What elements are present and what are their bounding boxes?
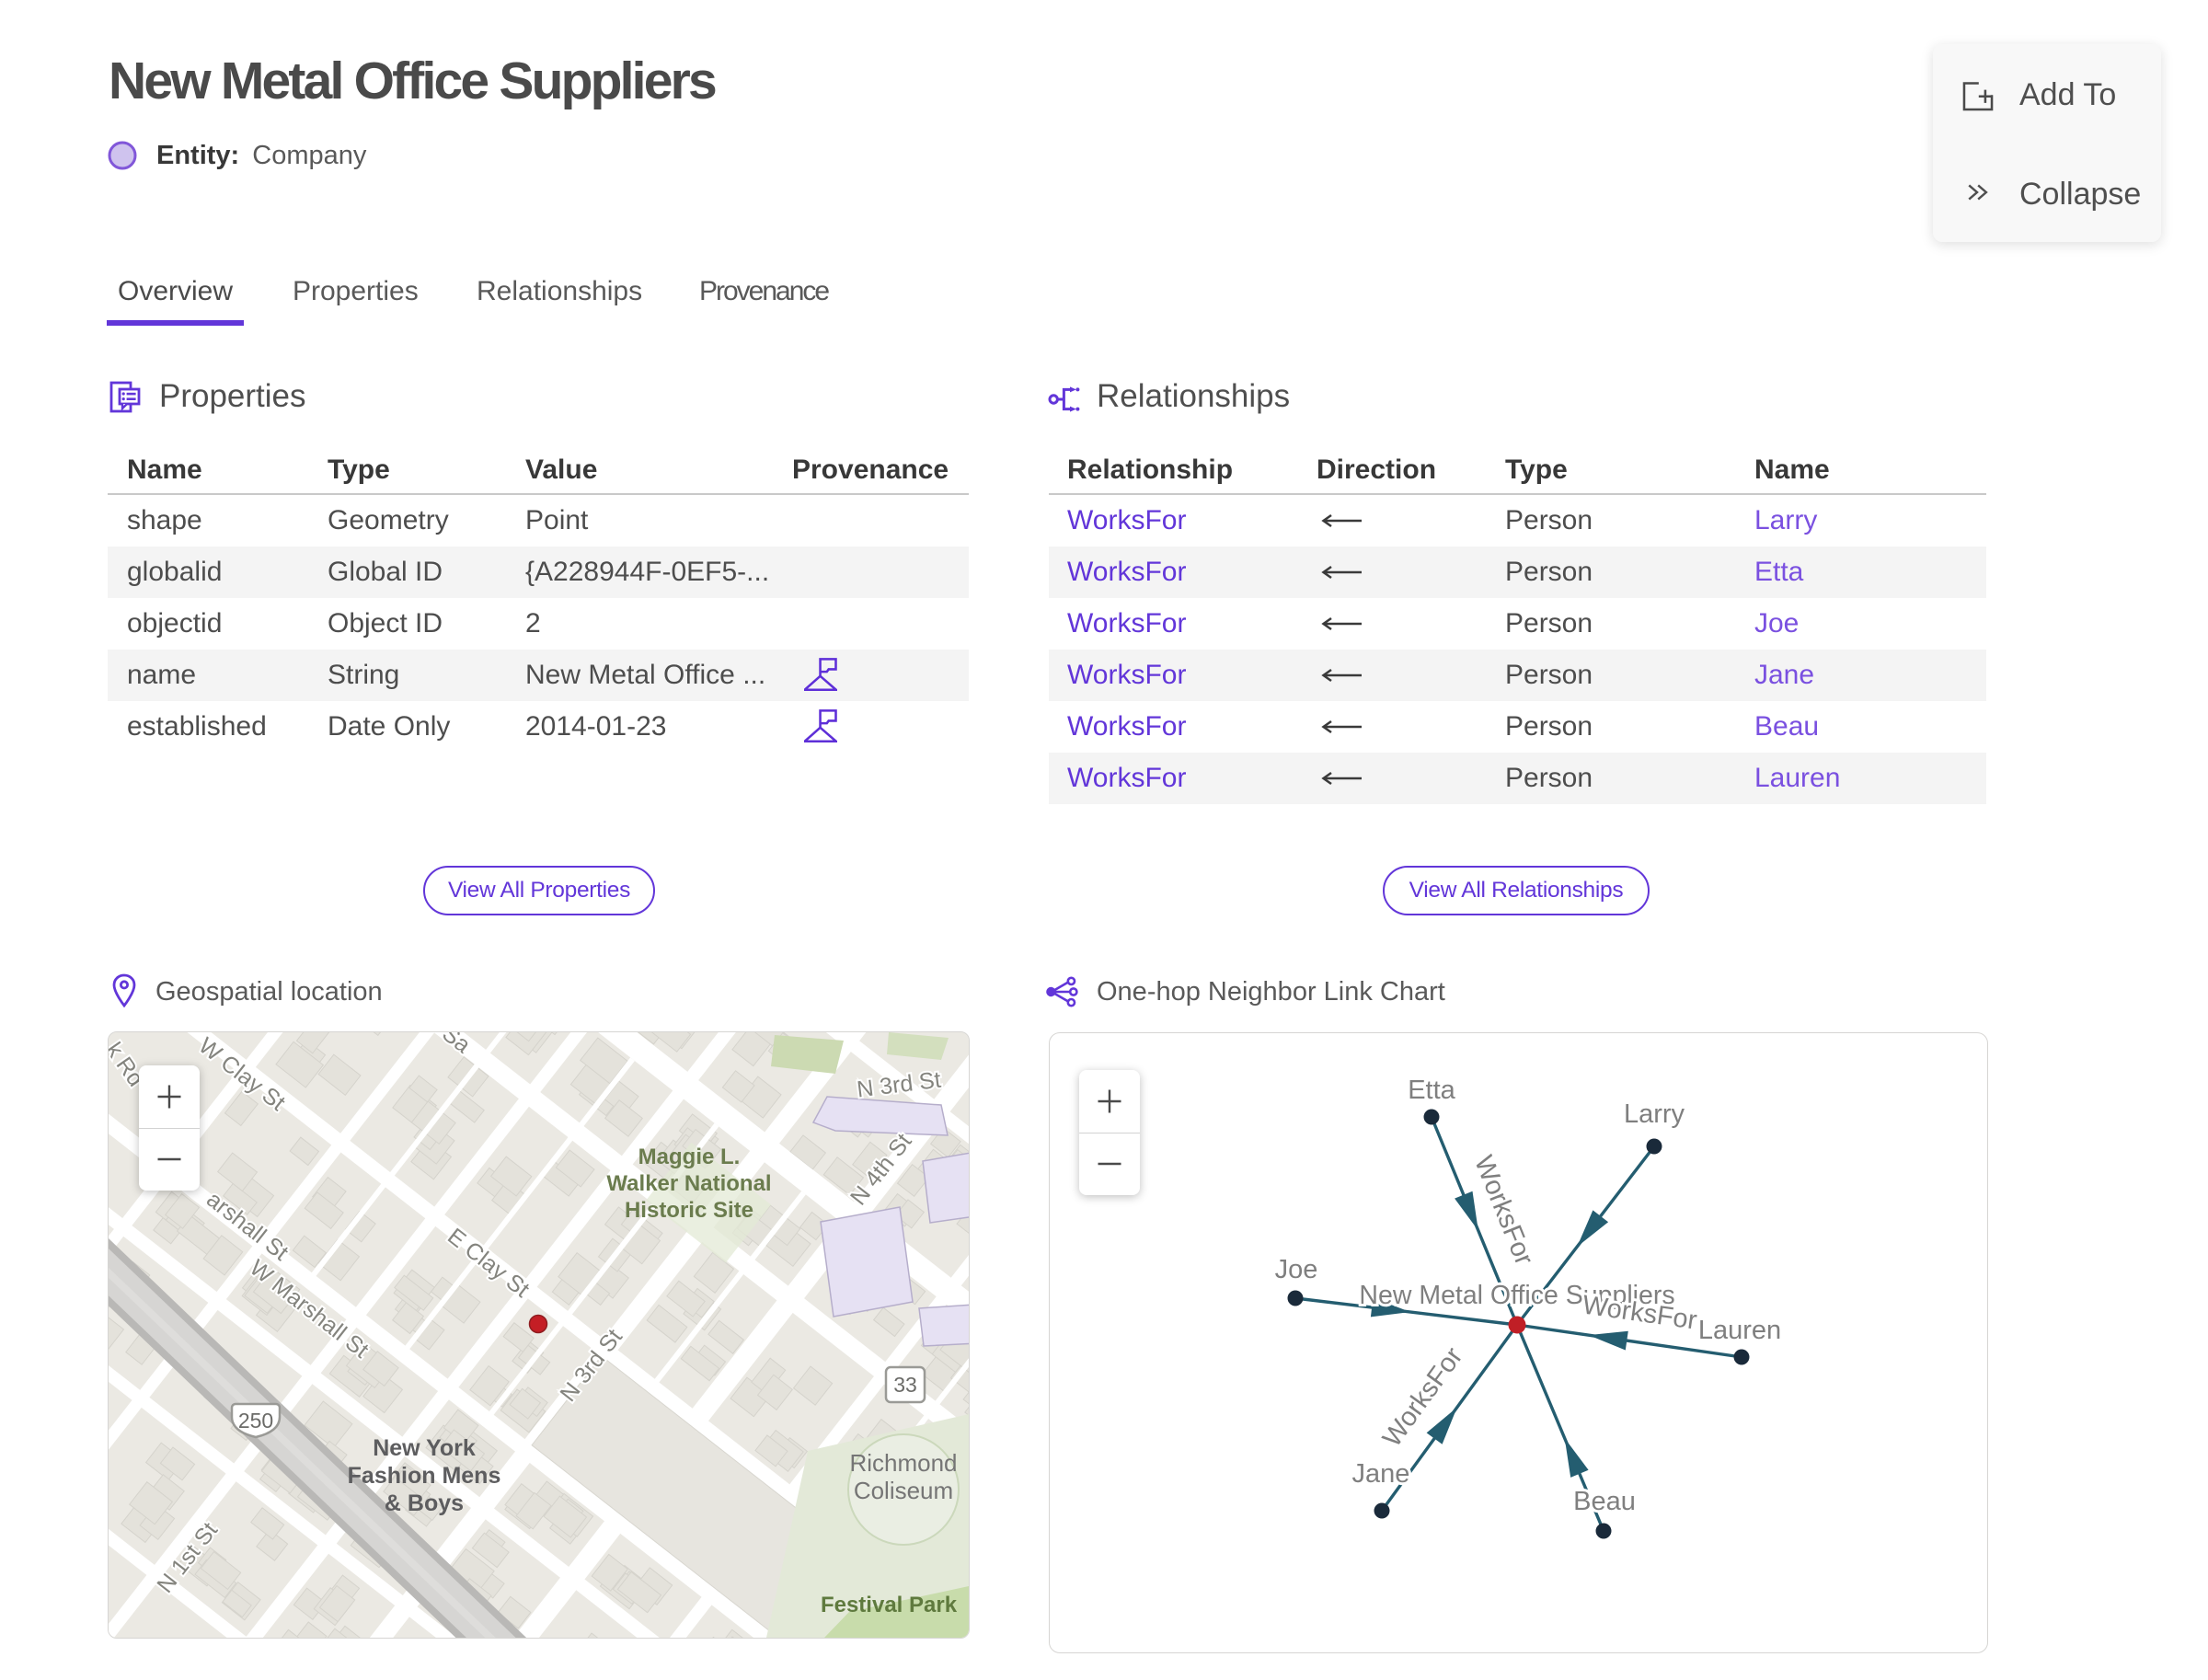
- svg-text:Beau: Beau: [1573, 1487, 1636, 1516]
- svg-text:Jane: Jane: [1352, 1459, 1410, 1489]
- svg-text:New York: New York: [373, 1435, 476, 1461]
- svg-text:Richmond: Richmond: [849, 1449, 957, 1477]
- svg-text:250: 250: [238, 1409, 273, 1433]
- svg-text:Maggie L.: Maggie L.: [638, 1145, 741, 1169]
- svg-text:Historic Site: Historic Site: [625, 1198, 753, 1223]
- svg-text:Joe: Joe: [1275, 1255, 1318, 1284]
- svg-text:Fashion Mens: Fashion Mens: [348, 1463, 501, 1489]
- svg-text:& Boys: & Boys: [385, 1490, 464, 1516]
- svg-text:Larry: Larry: [1624, 1099, 1685, 1129]
- svg-text:Festival Park: Festival Park: [821, 1593, 958, 1617]
- svg-text:Lauren: Lauren: [1698, 1316, 1781, 1345]
- svg-text:WorksFor: WorksFor: [1377, 1341, 1469, 1452]
- svg-text:Etta: Etta: [1408, 1076, 1455, 1105]
- svg-text:Coliseum: Coliseum: [854, 1477, 953, 1504]
- svg-text:WorksFor: WorksFor: [1468, 1152, 1539, 1270]
- svg-text:Walker National: Walker National: [606, 1171, 771, 1196]
- svg-text:33: 33: [893, 1373, 917, 1397]
